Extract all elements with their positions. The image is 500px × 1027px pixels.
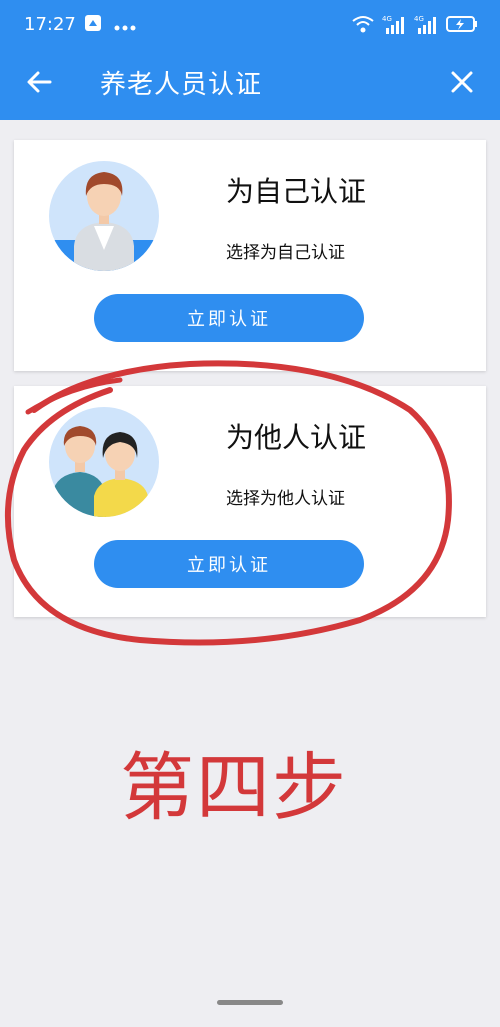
- network-label-1: 4G: [382, 15, 392, 23]
- home-indicator[interactable]: [217, 1000, 283, 1005]
- battery-icon: [446, 15, 478, 37]
- signal-icon-2: 4G: [414, 14, 438, 38]
- status-time: 17:27: [24, 14, 76, 35]
- self-verify-button[interactable]: 立即认证: [94, 294, 364, 342]
- status-bar: 17:27 4G 4G: [0, 0, 500, 50]
- self-card-title: 为自己认证: [226, 175, 367, 208]
- status-left-icons: [84, 14, 136, 36]
- arrow-left-icon: [27, 71, 52, 93]
- self-card-subtitle: 选择为自己认证: [226, 243, 345, 263]
- signal-icon-1: 4G: [382, 14, 406, 38]
- others-verify-button[interactable]: 立即认证: [94, 540, 364, 588]
- step-annotation: 第四步: [120, 745, 348, 831]
- nav-bar: 养老人员认证: [0, 50, 500, 120]
- people-icon: [48, 406, 160, 518]
- close-icon: [451, 71, 473, 93]
- self-auth-card: 为自己认证 选择为自己认证 立即认证: [14, 140, 486, 371]
- others-card-subtitle: 选择为他人认证: [226, 489, 345, 509]
- header: 17:27 4G 4G 养老人员认证: [0, 0, 500, 120]
- others-auth-card: 为他人认证 选择为他人认证 立即认证: [14, 386, 486, 617]
- page-title: 养老人员认证: [100, 70, 263, 100]
- more-icon: [114, 16, 136, 35]
- status-right-icons: 4G 4G: [352, 14, 478, 38]
- wifi-icon: [352, 15, 374, 37]
- notification-icon: [84, 14, 102, 36]
- others-card-title: 为他人认证: [226, 421, 367, 454]
- network-label-2: 4G: [414, 15, 424, 23]
- close-button[interactable]: [444, 64, 480, 100]
- back-button[interactable]: [22, 64, 58, 100]
- person-icon: [48, 160, 160, 272]
